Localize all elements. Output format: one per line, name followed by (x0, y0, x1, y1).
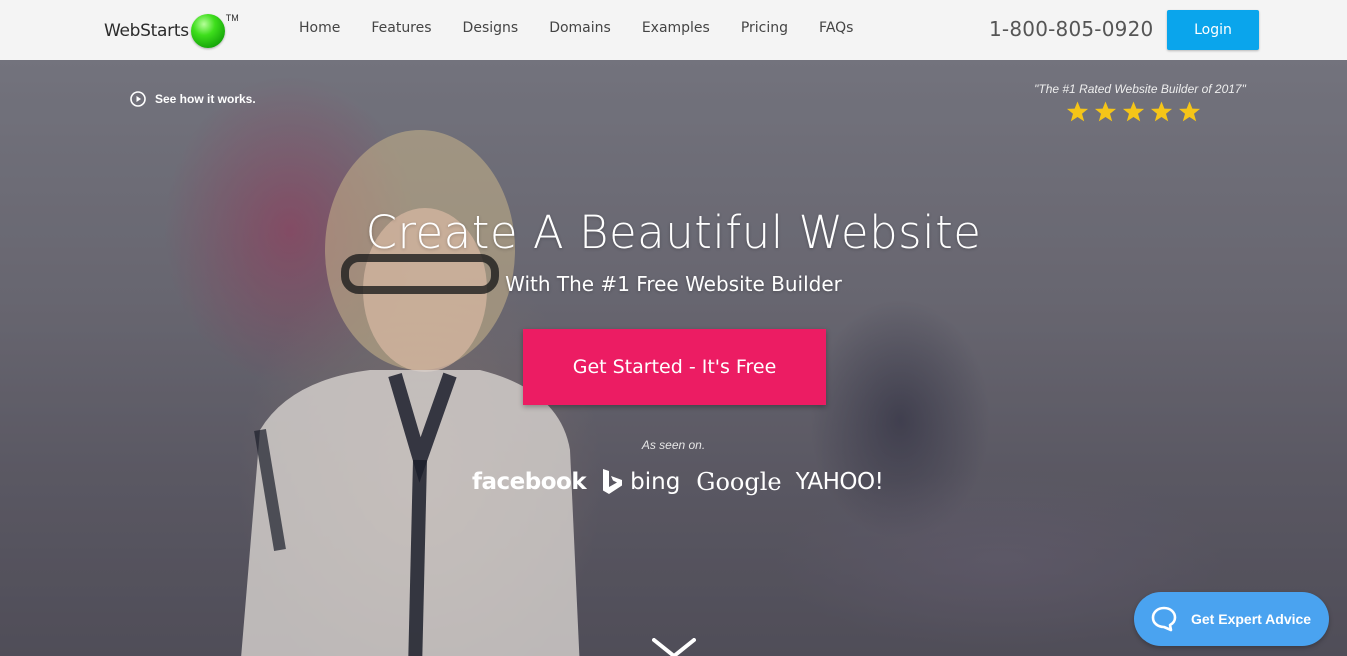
nav-pricing[interactable]: Pricing (741, 20, 788, 36)
login-button[interactable]: Login (1167, 10, 1259, 50)
webstarts-logo[interactable]: WebStarts TM (104, 12, 239, 50)
see-how-it-works-link[interactable]: See how it works. (130, 91, 256, 107)
star-icon (1066, 101, 1089, 122)
get-expert-advice-button[interactable]: Get Expert Advice (1134, 592, 1329, 646)
top-header: WebStarts TM Home Features Designs Domai… (0, 0, 1347, 60)
expert-advice-label: Get Expert Advice (1191, 611, 1312, 627)
nav-examples[interactable]: Examples (642, 20, 710, 36)
bing-mark-icon (603, 469, 623, 494)
star-icon (1178, 101, 1201, 122)
get-started-button[interactable]: Get Started - It's Free (523, 329, 826, 405)
rating-quote: "The #1 Rated Website Builder of 2017" (1034, 82, 1246, 96)
star-icon (1150, 101, 1173, 122)
as-seen-on-label: As seen on. (641, 438, 706, 452)
nav-domains[interactable]: Domains (549, 20, 611, 36)
nav-designs[interactable]: Designs (463, 20, 519, 36)
phone-number[interactable]: 1-800-805-0920 (989, 17, 1153, 41)
hero-section: See how it works. "The #1 Rated Website … (0, 60, 1347, 656)
chat-bubble-icon (1151, 606, 1177, 632)
facebook-logo: facebook (472, 469, 587, 495)
logo-green-ball-icon (190, 14, 225, 48)
see-how-label: See how it works. (155, 92, 256, 106)
logo-wordmark: WebStarts (104, 21, 189, 41)
rating-stars (1066, 100, 1201, 123)
bing-logo: bing (630, 469, 681, 495)
play-circle-icon (130, 91, 146, 107)
nav-features[interactable]: Features (371, 20, 431, 36)
press-logos: facebook bing Google YAHOO! (472, 468, 884, 496)
star-icon (1122, 101, 1145, 122)
nav-faqs[interactable]: FAQs (819, 20, 853, 36)
main-nav: Home Features Designs Domains Examples P… (299, 20, 884, 36)
yahoo-logo: YAHOO! (795, 469, 884, 495)
star-icon (1094, 101, 1117, 122)
scroll-down-chevron-icon[interactable] (652, 638, 696, 656)
logo-trademark: TM (225, 13, 239, 23)
hero-title: Create A Beautiful Website (365, 206, 982, 259)
nav-home[interactable]: Home (299, 20, 340, 36)
bing-logo-group: bing (600, 468, 680, 496)
google-logo: Google (696, 468, 782, 496)
hero-subtitle: With The #1 Free Website Builder (505, 272, 842, 296)
